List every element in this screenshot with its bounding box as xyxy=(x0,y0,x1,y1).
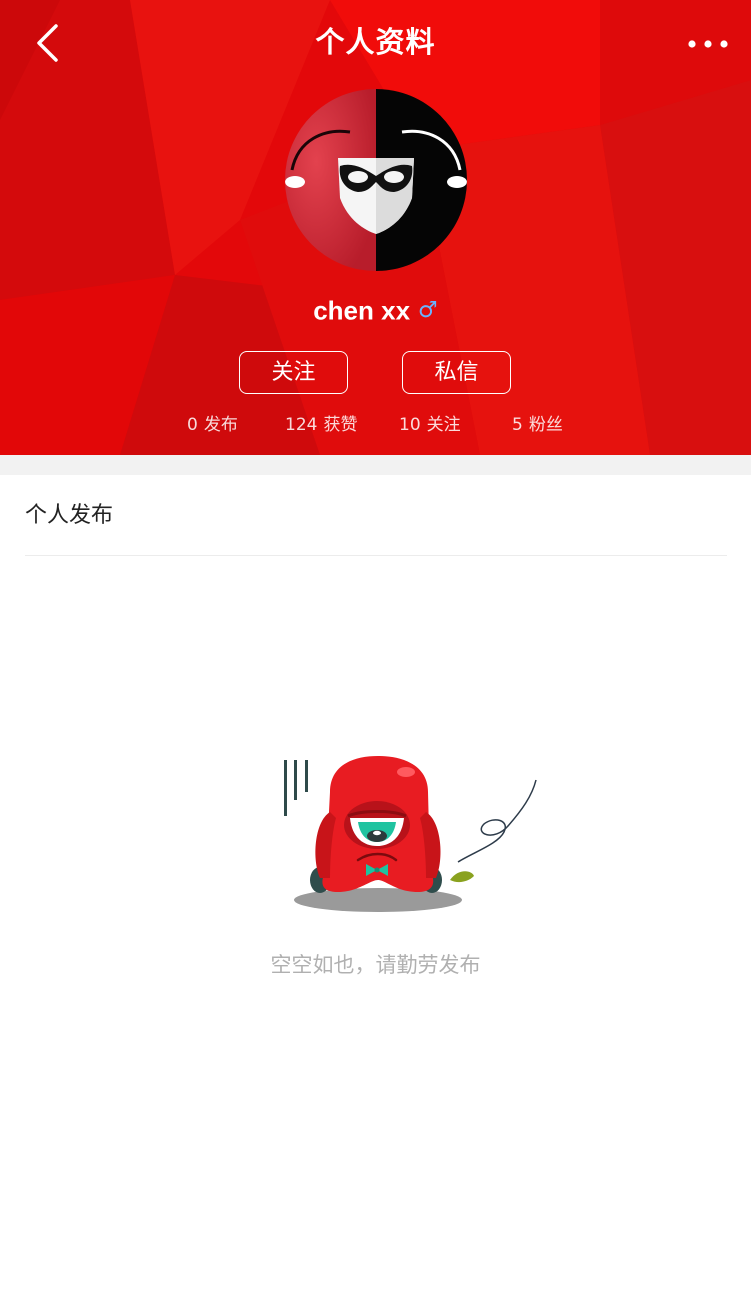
avatar[interactable] xyxy=(284,88,468,272)
stat-followers[interactable]: 5 粉丝 xyxy=(512,410,563,440)
stat-likes-count: 124 xyxy=(285,415,318,435)
stat-posts-label: 发布 xyxy=(203,415,238,435)
stat-likes[interactable]: 124 获赞 xyxy=(285,410,357,440)
stat-following-count: 10 xyxy=(399,415,421,435)
profile-stats: 0 发布 124 获赞 10 关注 5 粉丝 xyxy=(0,410,751,440)
page-title: 个人资料 xyxy=(315,25,436,59)
section-title: 个人发布 xyxy=(25,503,114,528)
profile-header: 个人资料 chen xx ♂ 关注 私信 0 发布 124 获赞 10 关注 5… xyxy=(0,0,751,455)
follow-button[interactable]: 关注 xyxy=(239,351,348,394)
chevron-left-icon[interactable] xyxy=(22,18,72,68)
section-separator xyxy=(25,555,727,556)
stat-followers-label: 粉丝 xyxy=(528,415,563,435)
username-row: chen xx ♂ xyxy=(175,290,576,331)
empty-state-message: 空空如也，请勤劳发布 xyxy=(270,953,481,977)
male-icon: ♂ xyxy=(418,297,438,323)
profile-page: 个人资料 chen xx ♂ 关注 私信 0 发布 124 获赞 10 关注 5… xyxy=(0,0,751,1296)
message-button[interactable]: 私信 xyxy=(402,351,511,394)
stat-following[interactable]: 10 关注 xyxy=(399,410,461,440)
stat-likes-label: 获赞 xyxy=(323,415,358,435)
more-dots-icon[interactable] xyxy=(680,24,736,64)
username: chen xx xyxy=(313,295,411,326)
stat-following-label: 关注 xyxy=(426,415,461,435)
stat-posts-count: 0 xyxy=(187,415,198,435)
section-divider xyxy=(0,455,751,475)
stat-posts[interactable]: 0 发布 xyxy=(187,410,238,440)
stat-followers-count: 5 xyxy=(512,415,523,435)
sad-red-monster-illustration xyxy=(284,756,537,912)
